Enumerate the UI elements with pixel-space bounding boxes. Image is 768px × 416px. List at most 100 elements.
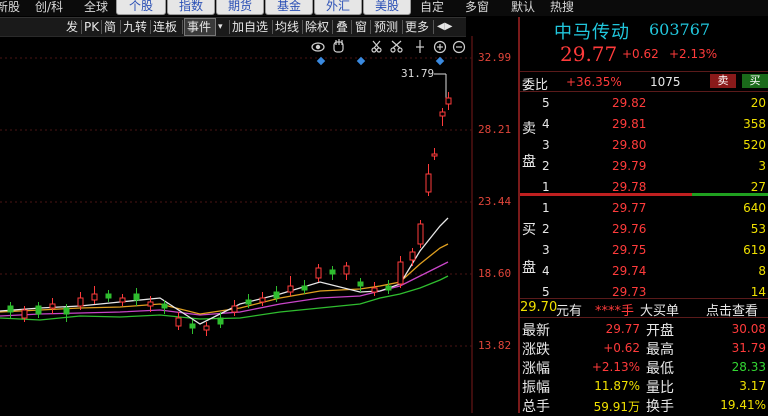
stock-code: 603767: [649, 20, 711, 39]
pin-icon[interactable]: [416, 40, 424, 53]
eye-icon[interactable]: [311, 42, 325, 52]
big-order-row[interactable]: 29.70 元有 ****手 大买单 点击查看: [520, 299, 768, 319]
hand-icon[interactable]: [333, 39, 344, 53]
order-level: 4: [542, 117, 550, 131]
nav-moren[interactable]: 默认: [511, 0, 535, 16]
candle: [189, 323, 196, 329]
cut-icon[interactable]: [390, 40, 403, 53]
nav-resou[interactable]: 热搜: [550, 0, 574, 16]
candle: [343, 265, 350, 275]
candle: [21, 309, 28, 319]
tb-chuang[interactable]: 窗: [355, 18, 367, 36]
tb-dropdown-icon[interactable]: ▾: [218, 18, 223, 36]
zoom-in-icon[interactable]: [433, 40, 447, 54]
price-axis-label: 18.60: [478, 267, 512, 280]
nav-meigu-button[interactable]: 美股: [363, 0, 411, 15]
tb-shijian[interactable]: 事件: [184, 18, 216, 36]
tb-die[interactable]: 叠: [336, 18, 348, 36]
scissors-icon[interactable]: [371, 40, 382, 53]
sell-order-row[interactable]: 4 29.81 358: [520, 114, 768, 134]
separator: [370, 20, 371, 34]
stat-label: 最低: [646, 361, 674, 377]
stat-row: 总手 59.91万 换手 19.41%: [520, 395, 768, 415]
order-price: 29.74: [612, 264, 647, 278]
buy-order-row[interactable]: 3 29.75 619: [520, 240, 768, 260]
order-volume: 358: [743, 117, 766, 131]
sell-button[interactable]: 卖: [710, 74, 736, 88]
stock-change-pct: +2.13%: [669, 47, 718, 61]
nav-qihuo-button[interactable]: 期货: [216, 0, 264, 15]
order-volume: 27: [750, 180, 766, 194]
nav-zidingyi[interactable]: 自定: [420, 0, 444, 16]
candle: [49, 303, 56, 309]
tb-lianban[interactable]: 连板: [153, 18, 177, 36]
order-price: 29.81: [612, 117, 647, 131]
candle: [431, 153, 438, 157]
stat-value: 3.17: [739, 379, 766, 393]
sell-order-row[interactable]: 3 29.80 520: [520, 135, 768, 155]
stock-change: +0.62: [622, 47, 659, 61]
candle: [439, 111, 446, 117]
stat-value: +0.62: [603, 341, 640, 355]
tb-jiazixuan[interactable]: 加自选: [232, 18, 268, 36]
tb-junxian[interactable]: 均线: [275, 18, 299, 36]
nav-chuangke[interactable]: 创/科: [35, 0, 63, 16]
event-marker: [356, 56, 366, 66]
nav-zhishu-button[interactable]: 指数: [167, 0, 215, 15]
tb-jian[interactable]: 简: [104, 18, 116, 36]
order-volume: 53: [750, 222, 766, 236]
event-marker: [316, 56, 326, 66]
nav-waihui-button[interactable]: 外汇: [314, 0, 362, 15]
order-volume: 619: [743, 243, 766, 257]
tb-pk[interactable]: PK: [84, 18, 99, 36]
buy-bar: [692, 193, 768, 196]
nav-jijin-button[interactable]: 基金: [265, 0, 313, 15]
buy-order-row[interactable]: 2 29.76 53: [520, 219, 768, 239]
separator: [182, 20, 183, 34]
ma-line-yellow: [0, 243, 449, 315]
nav-duochuang[interactable]: 多窗: [465, 0, 489, 16]
candle: [417, 223, 424, 245]
candle: [161, 303, 168, 309]
nav-xingu[interactable]: 新股: [0, 0, 20, 16]
tb-gengduo[interactable]: 更多: [405, 18, 429, 36]
order-price: 29.78: [612, 180, 647, 194]
event-marker: [435, 56, 445, 66]
price-axis-label: 32.99: [478, 51, 512, 64]
stat-value: 29.77: [605, 322, 640, 336]
order-level: 4: [542, 264, 550, 278]
kline-chart[interactable]: 31.79 32.99 28.21 23.44 18.60 13.82: [0, 36, 518, 413]
tb-jiuzhuan[interactable]: 九转: [123, 18, 147, 36]
nav-gegu-button[interactable]: 个股: [116, 0, 166, 15]
zoom-out-icon[interactable]: [452, 40, 466, 54]
candle: [119, 297, 126, 303]
candle: [245, 299, 252, 305]
candle: [371, 287, 378, 293]
separator: [351, 20, 352, 34]
stat-value: 28.33: [731, 360, 766, 374]
buy-order-row[interactable]: 4 29.74 8: [520, 261, 768, 281]
candle: [175, 317, 182, 327]
tb-chuquan[interactable]: 除权: [305, 18, 329, 36]
stat-label: 最高: [646, 342, 674, 358]
nav-quanqiu[interactable]: 全球: [84, 0, 108, 16]
stat-label: 涨幅: [522, 361, 550, 377]
order-volume: 640: [743, 201, 766, 215]
order-volume: 3: [758, 159, 766, 173]
tb-scroll-arrows-icon[interactable]: ◀▶: [437, 18, 452, 36]
tb-fa[interactable]: 发: [66, 18, 78, 36]
sell-order-row[interactable]: 5 29.82 20: [520, 93, 768, 113]
weibi-diff: 1075: [650, 75, 681, 89]
kline-chart-svg: 31.79: [0, 36, 473, 413]
stat-value: 19.41%: [720, 398, 766, 412]
buy-button[interactable]: 买: [742, 74, 768, 88]
candle: [315, 267, 322, 279]
stat-label: 开盘: [646, 323, 674, 339]
order-level: 5: [542, 285, 550, 299]
tb-yuce[interactable]: 预测: [374, 18, 398, 36]
order-price: 29.73: [612, 285, 647, 299]
candle: [445, 97, 452, 105]
sell-order-row[interactable]: 2 29.79 3: [520, 156, 768, 176]
stat-label: 最新: [522, 323, 550, 339]
buy-order-row[interactable]: 1 29.77 640: [520, 198, 768, 218]
